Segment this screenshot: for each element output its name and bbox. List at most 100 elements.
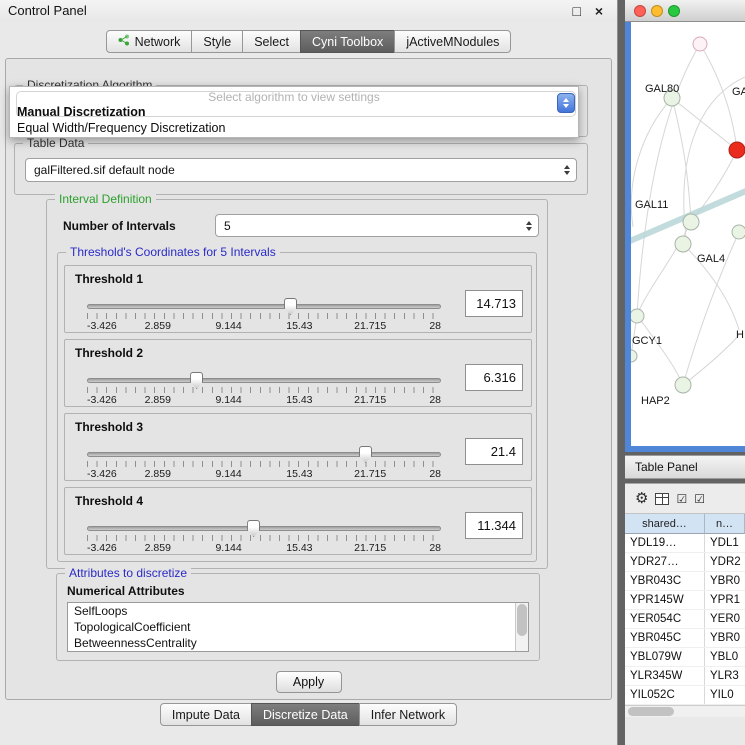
tab-discretize-data[interactable]: Discretize Data <box>251 703 360 726</box>
cyni-toolbox-panel: Discretization Algorithm Select algorith… <box>5 58 612 700</box>
network-canvas[interactable]: GAL80 GA GAL11 GAL4 GCY1 HAP2 H <box>631 22 745 446</box>
table-body: YDL19…YDL1YDR27…YDR2YBR043CYBR0YPR145WYP… <box>625 534 745 705</box>
table-row[interactable]: YIL052CYIL0 <box>625 686 745 705</box>
numerical-attributes-label: Numerical Attributes <box>67 584 185 598</box>
algorithm-option-equal-width-frequency[interactable]: Equal Width/Frequency Discretization <box>10 120 578 136</box>
close-traffic-light-icon[interactable] <box>634 5 646 17</box>
tab-cyni-toolbox[interactable]: Cyni Toolbox <box>300 30 395 53</box>
table-cell[interactable]: YIL052C <box>625 686 705 704</box>
table-row[interactable]: YBL079WYBL0 <box>625 648 745 667</box>
table-cell[interactable]: YLR345W <box>625 667 705 685</box>
table-cell[interactable]: YIL0 <box>705 686 745 704</box>
node[interactable] <box>732 225 745 239</box>
table-cell[interactable]: YBR0 <box>705 629 745 647</box>
node[interactable] <box>631 350 637 362</box>
scrollbar-thumb[interactable] <box>628 707 674 716</box>
node-selected-red[interactable] <box>729 142 745 158</box>
threshold-2-slider[interactable]: -3.4262.8599.14415.4321.71528 <box>87 378 441 407</box>
numerical-attributes-list[interactable]: SelfLoopsTopologicalCoefficientBetweenne… <box>67 602 529 652</box>
table-cell[interactable]: YDR27… <box>625 553 705 571</box>
slider-track[interactable] <box>87 304 441 309</box>
tick-label: 21.715 <box>354 320 386 332</box>
list-vertical-scrollbar[interactable] <box>515 603 528 651</box>
tab-style[interactable]: Style <box>191 30 243 53</box>
network-window-titlebar[interactable] <box>625 0 745 22</box>
table-row[interactable]: YPR145WYPR1 <box>625 591 745 610</box>
attribute-item[interactable]: TopologicalCoefficient <box>68 619 528 635</box>
threshold-1-value-field[interactable]: 14.713 <box>465 290 523 317</box>
gear-icon[interactable]: ⚙ <box>635 491 648 506</box>
table-data-combo[interactable]: galFiltered.sif default node <box>25 158 577 182</box>
threshold-label: Threshold 1 <box>75 272 143 286</box>
threshold-3-value-field[interactable]: 21.4 <box>465 438 523 465</box>
table-cell[interactable]: YDL19… <box>625 534 705 552</box>
threshold-label: Threshold 3 <box>75 420 143 434</box>
num-intervals-combo[interactable]: 5 <box>215 214 539 237</box>
chevron-down-icon <box>564 171 570 175</box>
combo-stepper-icon <box>564 165 570 175</box>
table-cell[interactable]: YBL079W <box>625 648 705 666</box>
slider-track[interactable] <box>87 452 441 457</box>
tab-network[interactable]: Network <box>106 30 193 53</box>
scrollbar-thumb[interactable] <box>517 604 527 636</box>
column-header[interactable]: shared… <box>625 514 705 534</box>
tick-label: 21.715 <box>354 394 386 406</box>
algorithm-combo-stepper[interactable] <box>557 93 575 113</box>
algorithm-option-manual-discretization[interactable]: Manual Discretization <box>10 104 578 120</box>
table-row[interactable]: YLR345WYLR3 <box>625 667 745 686</box>
table-row[interactable]: YDL19…YDL1 <box>625 534 745 553</box>
attribute-item[interactable]: BetweennessCentrality <box>68 635 528 651</box>
table-cell[interactable]: YPR145W <box>625 591 705 609</box>
tab-select[interactable]: Select <box>242 30 301 53</box>
select-all-icon[interactable]: ☑ <box>676 493 687 505</box>
table-cell[interactable]: YLR3 <box>705 667 745 685</box>
control-panel-titlebar[interactable]: Control Panel □ × <box>0 0 617 22</box>
table-row[interactable]: YBR045CYBR0 <box>625 629 745 648</box>
table-cell[interactable]: YDL1 <box>705 534 745 552</box>
table-row[interactable]: YBR043CYBR0 <box>625 572 745 591</box>
node-gal4[interactable] <box>675 236 691 252</box>
tick-label: 28 <box>429 394 441 406</box>
table-cell[interactable]: YBL0 <box>705 648 745 666</box>
node-gal11[interactable] <box>683 214 699 230</box>
close-icon[interactable]: × <box>595 2 603 20</box>
table-cell[interactable]: YPR1 <box>705 591 745 609</box>
node-hap2[interactable] <box>675 377 691 393</box>
float-window-icon[interactable]: □ <box>573 2 581 20</box>
tab-impute-data[interactable]: Impute Data <box>160 703 252 726</box>
network-view-window: GAL80 GA GAL11 GAL4 GCY1 HAP2 H <box>625 0 745 452</box>
attribute-item[interactable]: SelfLoops <box>68 603 528 619</box>
tick-label: 2.859 <box>145 394 171 406</box>
bottom-tabbar: Impute Data Discretize Data Infer Networ… <box>0 703 617 726</box>
table-cell[interactable]: YDR2 <box>705 553 745 571</box>
node-label: GAL11 <box>635 199 668 211</box>
tab-infer-network[interactable]: Infer Network <box>359 703 457 726</box>
tab-jactivemnodules[interactable]: jActiveMNodules <box>394 30 511 53</box>
columns-icon[interactable] <box>655 493 669 505</box>
table-cell[interactable]: YER054C <box>625 610 705 628</box>
slider-track[interactable] <box>87 526 441 531</box>
table-cell[interactable]: YBR0 <box>705 572 745 590</box>
slider-track[interactable] <box>87 378 441 383</box>
table-row[interactable]: YER054CYER0 <box>625 610 745 629</box>
table-row[interactable]: YDR27…YDR2 <box>625 553 745 572</box>
horizontal-scrollbar[interactable] <box>625 705 745 717</box>
threshold-2-value-field[interactable]: 6.316 <box>465 364 523 391</box>
minimize-traffic-light-icon[interactable] <box>651 5 663 17</box>
table-cell[interactable]: YBR045C <box>625 629 705 647</box>
node[interactable] <box>693 37 707 51</box>
table-cell[interactable]: YBR043C <box>625 572 705 590</box>
threshold-4-slider[interactable]: -3.4262.8599.14415.4321.71528 <box>87 526 441 555</box>
threshold-3-slider[interactable]: -3.4262.8599.14415.4321.71528 <box>87 452 441 481</box>
table-cell[interactable]: YER0 <box>705 610 745 628</box>
column-header[interactable]: n… <box>705 514 745 534</box>
slider-tick-labels: -3.4262.8599.14415.4321.71528 <box>87 468 441 481</box>
zoom-traffic-light-icon[interactable] <box>668 5 680 17</box>
table-data-group: Table Data galFiltered.sif default node <box>14 143 588 195</box>
threshold-4-value-field[interactable]: 11.344 <box>465 512 523 539</box>
table-panel-titlebar[interactable]: Table Panel <box>625 455 745 479</box>
select-none-icon[interactable]: ☑ <box>694 493 705 505</box>
apply-button[interactable]: Apply <box>276 671 342 693</box>
threshold-1-slider[interactable]: -3.4262.8599.14415.4321.71528 <box>87 304 441 333</box>
node-gcy1[interactable] <box>631 309 644 323</box>
